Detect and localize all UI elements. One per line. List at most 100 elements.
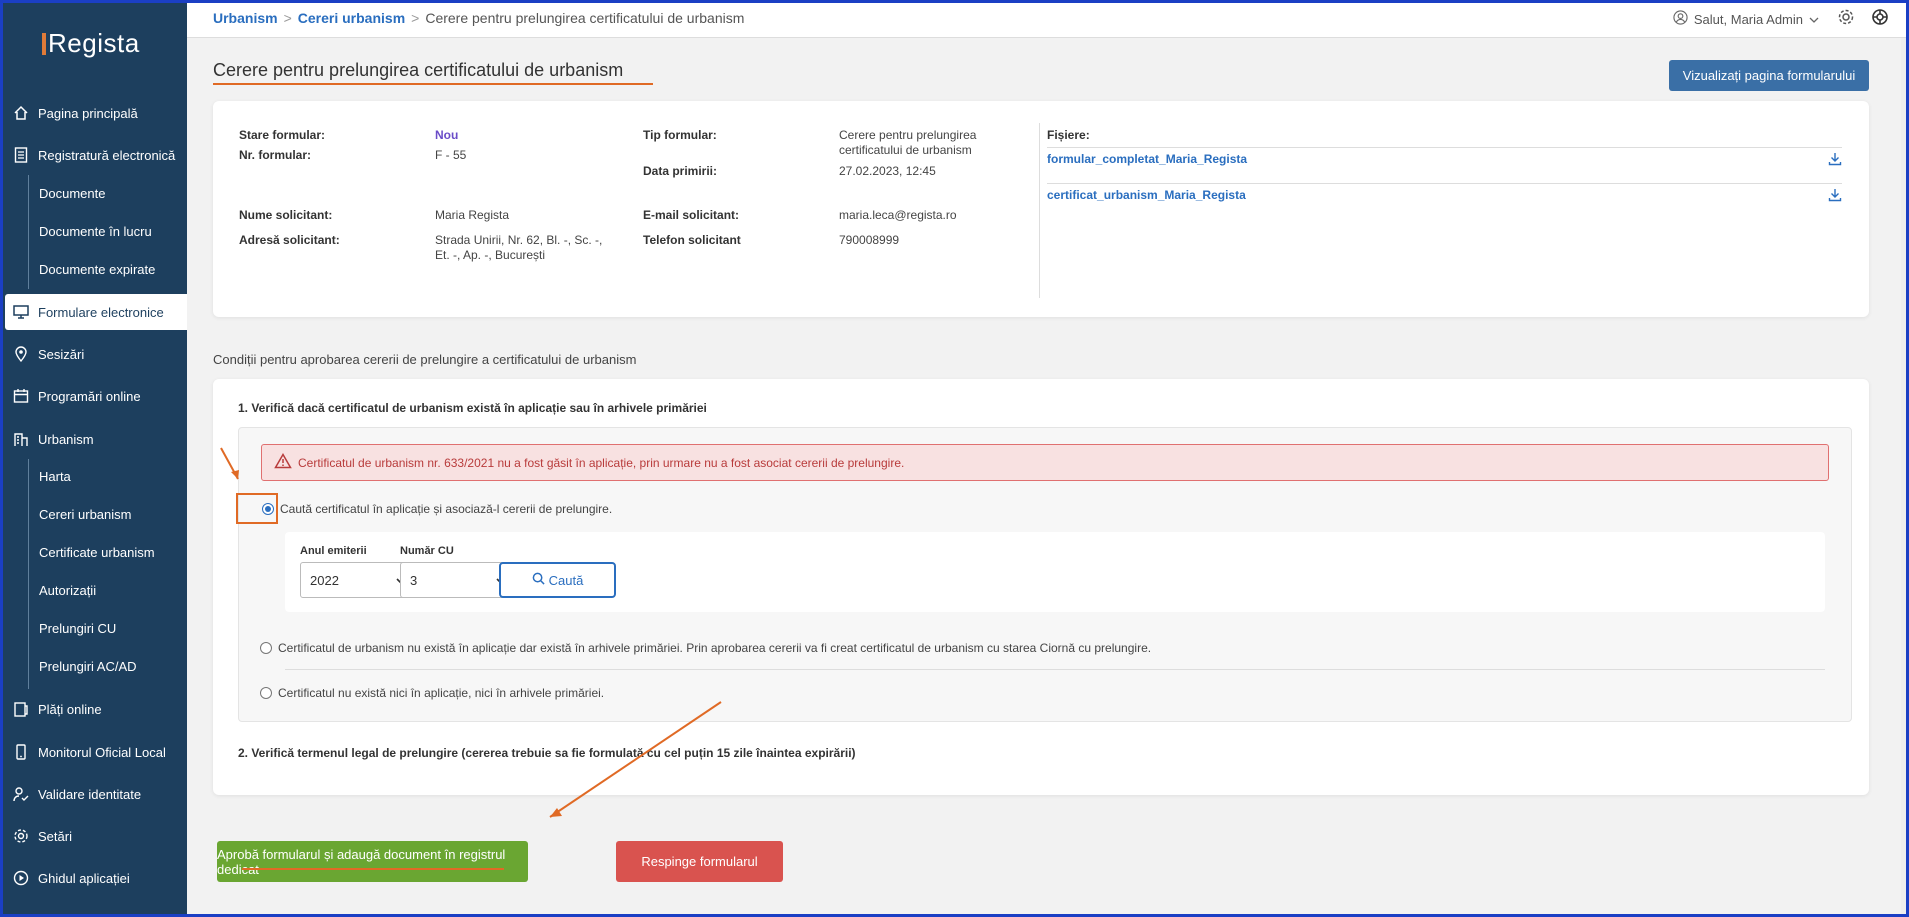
conditions-card: 1. Verifică dacă certificatul de urbanis… — [213, 379, 1869, 795]
nume-label: Nume solicitant: — [239, 208, 333, 222]
data-label: Data primirii: — [643, 164, 718, 178]
tip-label: Tip formular: — [643, 128, 717, 142]
alert-text: Certificatul de urbanism nr. 633/2021 nu… — [298, 455, 905, 470]
sidebar-item-validare[interactable]: Validare identitate — [0, 776, 187, 812]
help-lifebuoy-icon[interactable] — [1871, 8, 1889, 29]
download-icon[interactable] — [1828, 152, 1842, 169]
email-label: E-mail solicitant: — [643, 208, 740, 222]
payment-icon — [12, 700, 30, 718]
warning-icon — [274, 452, 292, 472]
data-value: 27.02.2023, 12:45 — [839, 164, 936, 178]
divider — [1047, 183, 1842, 184]
file-link[interactable]: formular_completat_Maria_Regista — [1047, 152, 1247, 166]
sidebar-item-home[interactable]: Pagina principală — [0, 95, 187, 131]
nr-label: Nr. formular: — [239, 148, 312, 162]
tip-value-line1: Cerere pentru prelungirea — [839, 128, 977, 142]
sidebar-subitem-cereri-urbanism[interactable]: Cereri urbanism — [39, 507, 131, 522]
option-search-certificate[interactable]: Caută certificatul în aplicație și asoci… — [262, 502, 612, 516]
play-circle-icon — [12, 869, 30, 887]
nr-value: F - 55 — [435, 148, 467, 162]
step-2-title[interactable]: 2. Verifică termenul legal de prelungire… — [238, 746, 856, 760]
step-1-title: 1. Verifică dacă certificatul de urbanis… — [238, 401, 707, 415]
search-button[interactable]: Caută — [499, 562, 616, 598]
sidebar-item-sesizari[interactable]: Sesizări — [0, 336, 187, 372]
top-bar: Urbanism > Cereri urbanism > Cerere pentru p… — [187, 0, 1909, 38]
main-content: Cerere pentru prelungirea certificatului… — [187, 38, 1909, 917]
nume-value: Maria Regista — [435, 208, 510, 222]
option-no-certificate[interactable]: Certificatul nu există nici în aplicație… — [260, 686, 604, 700]
breadcrumb-current: Cerere pentru prelungirea certificatului… — [425, 10, 745, 26]
sidebar-item-setari[interactable]: Setări — [0, 818, 187, 854]
map-pin-icon — [12, 345, 30, 363]
files-label: Fișiere: — [1047, 128, 1090, 142]
adresa-value-line2: Et. -, Ap. -, București — [435, 248, 546, 262]
breadcrumb-cereri-urbanism[interactable]: Cereri urbanism — [298, 10, 405, 26]
user-menu[interactable]: Salut, Maria Admin — [1673, 10, 1819, 28]
home-icon — [12, 104, 30, 122]
calendar-icon — [12, 387, 30, 405]
tip-value-line2: certificatului de urbanism — [839, 143, 972, 157]
numar-label: Număr CU — [400, 545, 454, 557]
sidebar-item-registratura[interactable]: Registratură electronică — [0, 137, 187, 173]
submenu-line — [28, 175, 29, 289]
user-avatar-icon — [1673, 10, 1688, 28]
sidebar-subitem-documente-expirate[interactable]: Documente expirate — [39, 262, 155, 277]
sidebar-subitem-documente[interactable]: Documente — [39, 186, 105, 201]
sidebar: Regista Pagina principală Registratură e… — [0, 0, 187, 917]
annotation-underline — [242, 868, 504, 870]
sidebar-item-programari[interactable]: Programări online — [0, 378, 187, 414]
mobile-icon — [12, 743, 30, 761]
sidebar-subitem-documente-in-lucru[interactable]: Documente în lucru — [39, 224, 152, 239]
status-badge: Nou — [435, 128, 459, 142]
settings-gear-icon[interactable] — [1837, 8, 1855, 29]
gear-icon — [12, 827, 30, 845]
divider — [285, 669, 1825, 670]
reject-button[interactable]: Respinge formularul — [616, 841, 783, 882]
adresa-value-line1: Strada Unirii, Nr. 62, Bl. -, Sc. -, — [435, 233, 603, 247]
app-logo[interactable]: Regista — [42, 28, 140, 59]
sidebar-item-plati[interactable]: Plăți online — [0, 691, 187, 727]
approve-button[interactable]: Aprobă formularul și adaugă document în … — [217, 841, 528, 882]
search-panel: Anul emiterii 2022 Număr CU 3 Caută — [285, 532, 1825, 612]
sidebar-subitem-autorizatii[interactable]: Autorizații — [39, 583, 96, 598]
option-archive-certificate[interactable]: Certificatul de urbanism nu există în ap… — [260, 641, 1151, 655]
adresa-label: Adresă solicitant: — [239, 233, 340, 247]
annotation-underline — [213, 83, 653, 85]
telefon-label: Telefon solicitant — [643, 233, 741, 247]
telefon-value: 790008999 — [839, 233, 900, 247]
sidebar-item-ghidul[interactable]: Ghidul aplicației — [0, 860, 187, 896]
user-check-icon — [12, 785, 30, 803]
search-icon — [532, 572, 545, 588]
building-icon — [12, 430, 30, 448]
scrollbar[interactable] — [1901, 38, 1909, 917]
sidebar-subitem-harta[interactable]: Harta — [39, 469, 71, 484]
breadcrumb-separator: > — [411, 10, 420, 26]
sidebar-subitem-prelungiri-ac-ad[interactable]: Prelungiri AC/AD — [39, 659, 137, 674]
monitor-icon — [12, 303, 30, 321]
sidebar-subitem-prelungiri-cu[interactable]: Prelungiri CU — [39, 621, 116, 636]
divider — [1047, 147, 1842, 148]
top-icons — [1837, 8, 1889, 29]
submenu-line — [28, 459, 29, 689]
radio-unselected[interactable] — [260, 642, 272, 654]
chevron-down-icon — [1809, 12, 1819, 27]
page-title: Cerere pentru prelungirea certificatului… — [213, 60, 624, 80]
sidebar-item-formulare[interactable]: Formulare electronice — [5, 294, 187, 330]
divider — [1039, 123, 1040, 298]
not-found-alert: Certificatul de urbanism nr. 633/2021 nu… — [261, 444, 1829, 481]
step-1-panel: Certificatul de urbanism nr. 633/2021 nu… — [238, 427, 1852, 722]
email-value: maria.leca@regista.ro — [839, 208, 957, 222]
breadcrumb-urbanism[interactable]: Urbanism — [213, 10, 278, 26]
sidebar-item-urbanism[interactable]: Urbanism — [0, 421, 187, 457]
breadcrumb-separator: > — [283, 10, 292, 26]
annotation-highlight-box — [236, 493, 278, 524]
conditions-title: Condiții pentru aprobarea cererii de pre… — [213, 352, 637, 367]
view-form-page-button[interactable]: Vizualizați pagina formularului — [1669, 60, 1869, 91]
radio-unselected[interactable] — [260, 687, 272, 699]
file-link[interactable]: certificat_urbanism_Maria_Regista — [1047, 188, 1246, 202]
sidebar-item-monitorul[interactable]: Monitorul Oficial Local — [0, 734, 187, 770]
form-info-card: Stare formular: Nou Nr. formular: F - 55… — [213, 101, 1869, 317]
download-icon[interactable] — [1828, 188, 1842, 205]
sidebar-subitem-certificate-urbanism[interactable]: Certificate urbanism — [39, 545, 155, 560]
user-greeting: Salut, Maria Admin — [1693, 11, 1803, 27]
